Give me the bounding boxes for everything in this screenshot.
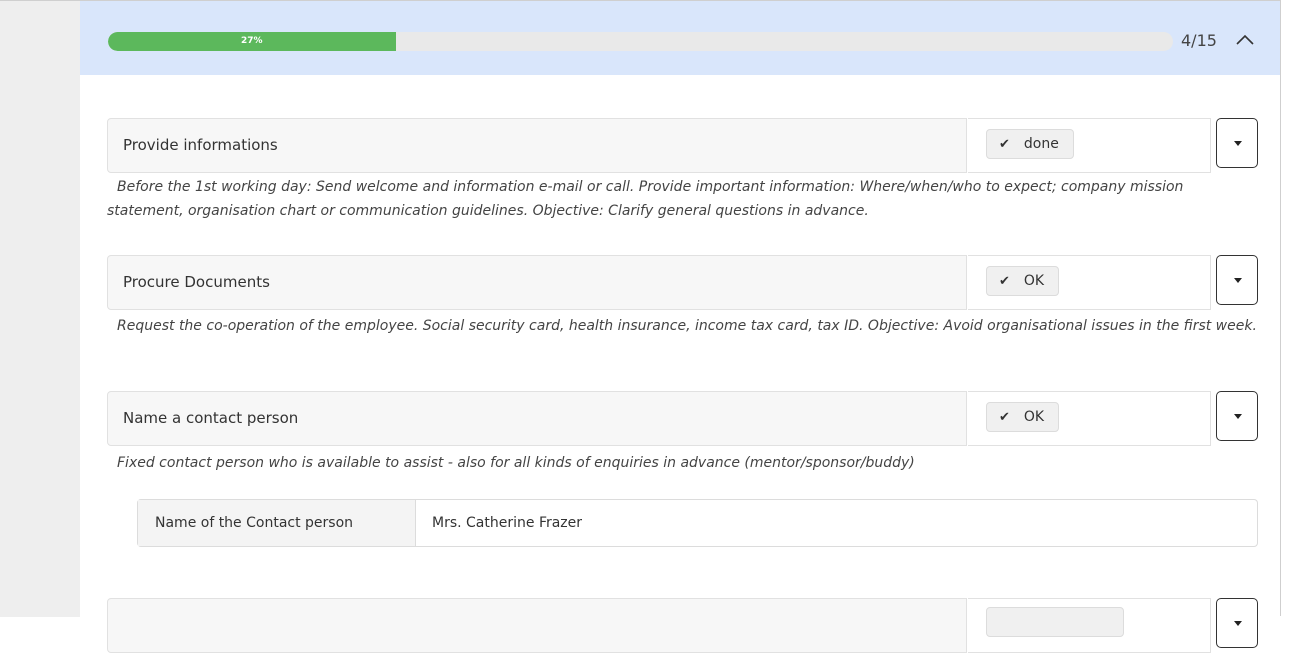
task-name: Provide informations xyxy=(107,118,967,173)
status-dropdown-button-partial[interactable] xyxy=(1216,598,1258,648)
status-badge[interactable]: ✔ done xyxy=(986,129,1074,159)
status-badge[interactable]: ✔ OK xyxy=(986,402,1060,432)
status-dropdown-button[interactable] xyxy=(1216,391,1258,441)
chevron-up-icon[interactable] xyxy=(1235,32,1255,48)
task-name: Name a contact person xyxy=(107,391,967,446)
contact-person-field: Name of the Contact person Mrs. Catherin… xyxy=(137,499,1258,547)
task-row: Name a contact person ✔ OK xyxy=(107,391,1258,446)
task-status-cell: ✔ OK xyxy=(968,255,1211,310)
task-status-cell: ✔ OK xyxy=(968,391,1211,446)
check-icon: ✔ xyxy=(999,410,1010,425)
status-dropdown-button[interactable] xyxy=(1216,255,1258,305)
check-icon: ✔ xyxy=(999,137,1010,152)
status-label: OK xyxy=(1023,273,1045,289)
progress-bar: 27% xyxy=(108,32,1173,51)
progress-fill: 27% xyxy=(108,32,396,51)
task-name-partial xyxy=(107,598,967,653)
progress-count: 4/15 xyxy=(1181,31,1217,50)
task-description: Request the co-operation of the employee… xyxy=(117,318,1257,334)
task-row: Procure Documents ✔ OK xyxy=(107,255,1258,310)
status-badge-partial[interactable] xyxy=(986,607,1124,637)
check-icon: ✔ xyxy=(999,274,1010,289)
task-description: Fixed contact person who is available to… xyxy=(117,455,915,471)
status-label: OK xyxy=(1023,409,1045,425)
task-row-partial xyxy=(107,598,1258,653)
status-label: done xyxy=(1023,136,1059,152)
task-status-cell-partial xyxy=(968,598,1211,653)
task-status-cell: ✔ done xyxy=(968,118,1211,173)
contact-person-input[interactable]: Mrs. Catherine Frazer xyxy=(416,500,1256,546)
status-badge[interactable]: ✔ OK xyxy=(986,266,1060,296)
progress-header[interactable]: 27% 4/15 xyxy=(80,1,1280,75)
task-row: Provide informations ✔ done xyxy=(107,118,1258,173)
task-description: Before the 1st working day: Send welcome… xyxy=(107,179,1184,219)
checklist-panel: 27% 4/15 Provide informations ✔ done Befo… xyxy=(80,0,1281,653)
contact-person-label: Name of the Contact person xyxy=(138,500,416,546)
left-sidebar xyxy=(0,0,80,617)
status-dropdown-button[interactable] xyxy=(1216,118,1258,168)
task-name: Procure Documents xyxy=(107,255,967,310)
